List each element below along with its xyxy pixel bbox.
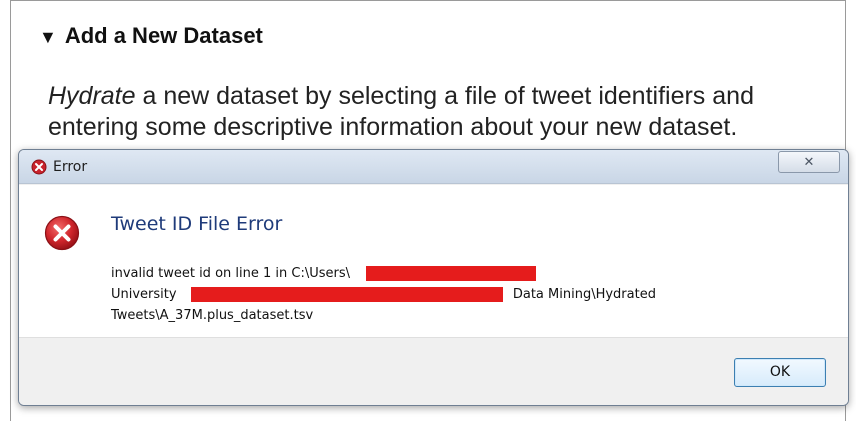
description-emphasis: Hydrate [48, 82, 136, 110]
error-message-line-3: Tweets\A_37M.plus_dataset.tsv [111, 305, 811, 326]
ok-button[interactable]: OK [734, 358, 826, 387]
title-error-icon [31, 159, 47, 175]
section-heading[interactable]: ▼ Add a New Dataset [39, 23, 263, 49]
section-description: Hydrate a new dataset by selecting a fil… [48, 81, 848, 143]
close-button[interactable]: ✕ [778, 151, 840, 173]
error-dialog: Error ✕ Tweet ID File Error invalid twee… [18, 149, 849, 406]
error-message-text-2b: Data Mining\Hydrated [512, 287, 656, 302]
redaction-bar [190, 287, 503, 302]
dialog-content: Tweet ID File Error invalid tweet id on … [19, 185, 848, 338]
redaction-bar [366, 266, 537, 281]
close-icon: ✕ [803, 154, 815, 169]
error-message-text-1: invalid tweet id on line 1 in C:\Users\ [111, 266, 350, 281]
error-message-text-3: Tweets\A_37M.plus_dataset.tsv [111, 308, 314, 323]
description-text: a new dataset by selecting a file of twe… [48, 82, 754, 141]
error-heading: Tweet ID File Error [111, 213, 283, 235]
error-message-line-2: University Data Mining\Hydrated [111, 284, 811, 305]
error-icon [44, 215, 80, 251]
collapse-triangle-icon[interactable]: ▼ [39, 27, 57, 47]
error-message: invalid tweet id on line 1 in C:\Users\ … [111, 263, 811, 326]
section-heading-label: Add a New Dataset [64, 23, 263, 48]
dialog-footer: OK [19, 339, 848, 405]
error-message-text-2a: University [111, 287, 177, 302]
error-message-line-1: invalid tweet id on line 1 in C:\Users\ [111, 263, 811, 284]
dialog-titlebar[interactable]: Error ✕ [19, 150, 848, 184]
dialog-title: Error [53, 159, 88, 175]
